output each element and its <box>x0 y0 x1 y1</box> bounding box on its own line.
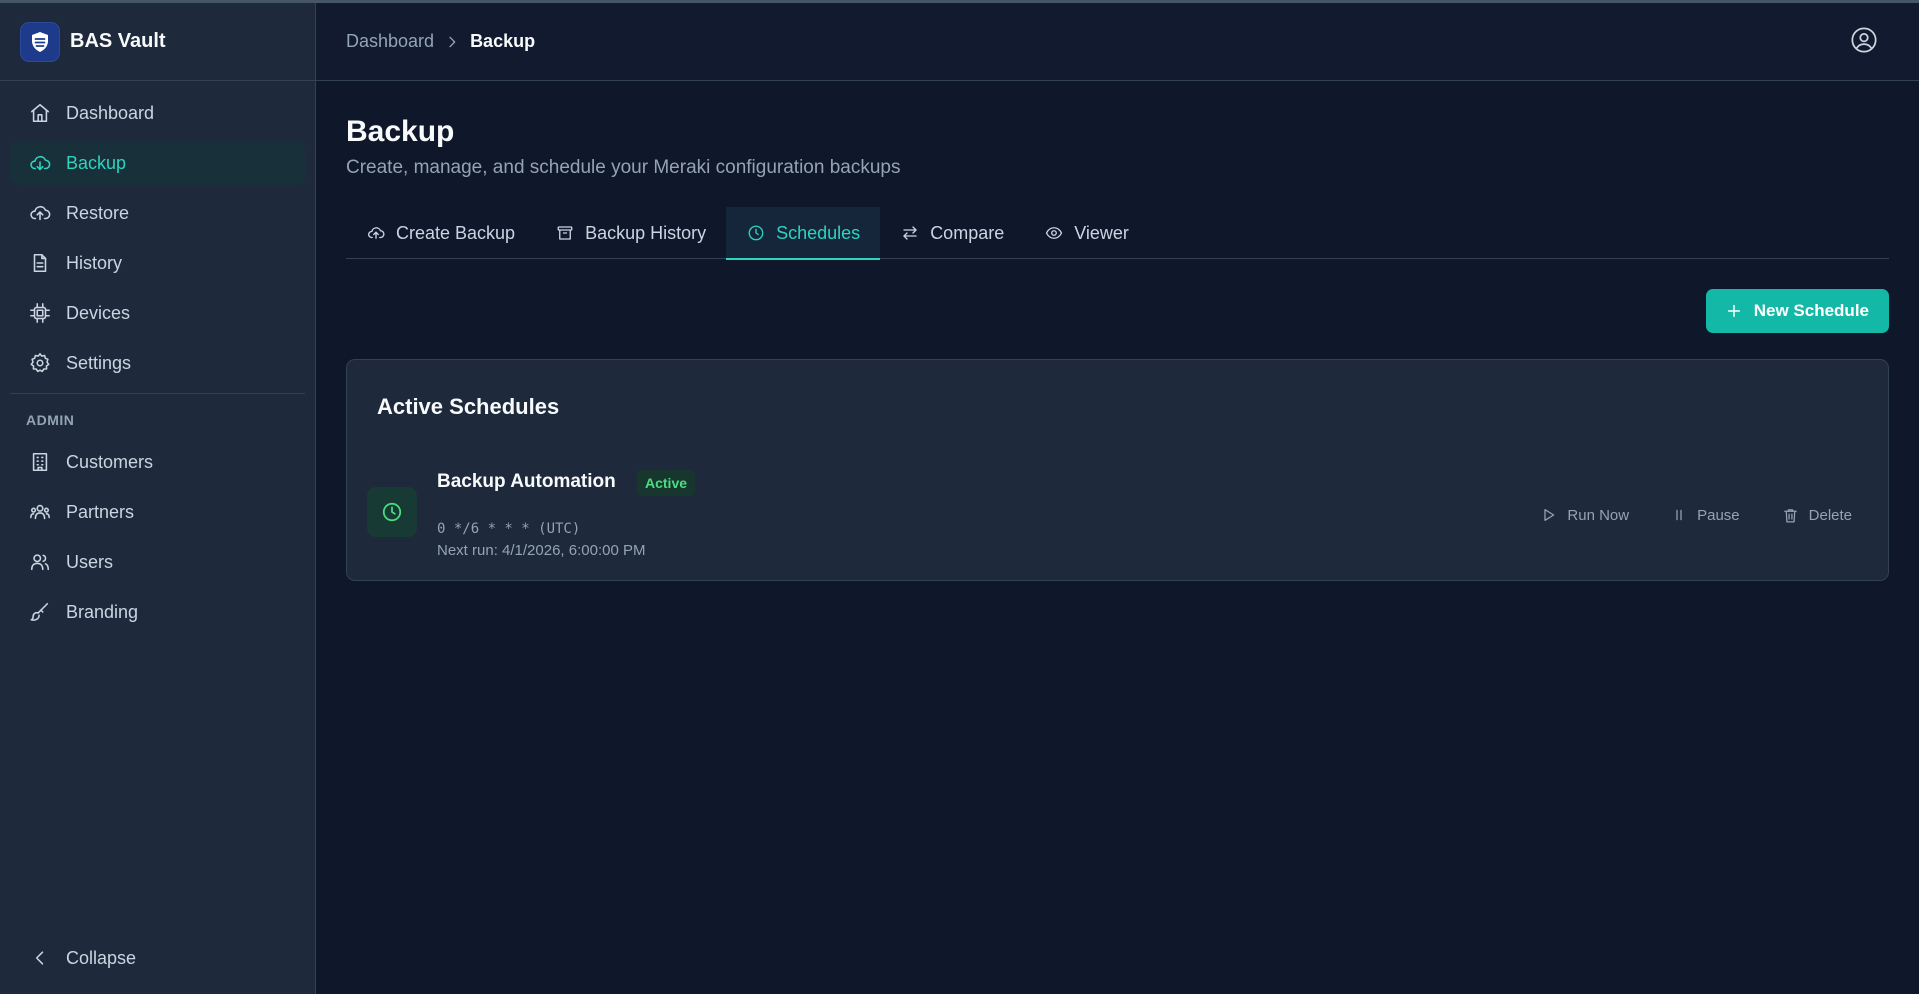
file-text-icon <box>28 251 52 275</box>
sidebar-item-dashboard[interactable]: Dashboard <box>10 91 305 135</box>
delete-label: Delete <box>1808 506 1852 524</box>
user-circle-icon <box>1850 26 1878 59</box>
sidebar-item-label: Customers <box>66 451 154 472</box>
cloud-download-icon <box>28 151 52 175</box>
toolbar: New Schedule <box>346 289 1889 333</box>
sidebar-item-label: Partners <box>66 501 135 522</box>
collapse-sidebar-button[interactable]: Collapse <box>10 938 310 978</box>
pause-label: Pause <box>1697 506 1740 524</box>
pause-button[interactable]: Pause <box>1661 500 1750 530</box>
sidebar-item-label: Users <box>66 551 114 572</box>
user-menu-button[interactable] <box>1849 26 1879 59</box>
sidebar-item-users[interactable]: Users <box>10 540 305 584</box>
breadcrumb-dashboard[interactable]: Dashboard <box>346 31 434 52</box>
delete-button[interactable]: Delete <box>1772 500 1862 530</box>
status-badge: Active <box>637 470 696 496</box>
page-title: Backup <box>346 115 455 148</box>
brush-icon <box>28 600 52 624</box>
sidebar-item-branding[interactable]: Branding <box>10 590 305 634</box>
top-header: Dashboard Backup <box>316 3 1919 81</box>
sidebar-item-customers[interactable]: Customers <box>10 440 305 484</box>
sidebar-item-devices[interactable]: Devices <box>10 291 305 335</box>
sidebar-item-label: Branding <box>66 601 139 622</box>
sidebar-item-label: Restore <box>66 202 130 223</box>
tab-label: Viewer <box>1074 222 1129 243</box>
sidebar-nav: Dashboard Backup Restore History Devices… <box>0 81 315 634</box>
tab-label: Compare <box>930 222 1005 243</box>
cloud-upload-icon <box>28 201 52 225</box>
sidebar-item-backup[interactable]: Backup <box>10 141 305 185</box>
main-area: Dashboard Backup Backup Create, manage, … <box>316 3 1919 994</box>
new-schedule-label: New Schedule <box>1753 301 1869 320</box>
schedule-name: Backup Automation <box>437 471 616 492</box>
run-now-label: Run Now <box>1567 506 1630 524</box>
tab-label: Create Backup <box>396 222 516 243</box>
tab-schedules[interactable]: Schedules <box>726 207 881 260</box>
page-content: Backup Create, manage, and schedule your… <box>316 81 1919 581</box>
tab-label: Backup History <box>585 222 707 243</box>
cloud-upload-icon <box>366 223 386 243</box>
sidebar-item-partners[interactable]: Partners <box>10 490 305 534</box>
schedule-clock-icon <box>367 487 417 537</box>
brand[interactable]: BAS Vault <box>0 3 315 81</box>
tab-compare[interactable]: Compare <box>880 207 1024 259</box>
collapse-label: Collapse <box>66 947 137 968</box>
plus-icon <box>1726 303 1742 319</box>
schedule-next-run: Next run: 4/1/2026, 6:00:00 PM <box>437 542 646 559</box>
tab-backup-history[interactable]: Backup History <box>535 207 726 259</box>
app-shell: BAS Vault Dashboard Backup Restore Histo… <box>0 3 1919 994</box>
sidebar-item-label: Devices <box>66 302 131 323</box>
eye-icon <box>1044 223 1064 243</box>
clock-icon <box>746 223 766 243</box>
run-now-button[interactable]: Run Now <box>1531 500 1639 530</box>
chip-icon <box>28 301 52 325</box>
swap-arrows-icon <box>900 223 920 243</box>
home-icon <box>28 101 52 125</box>
tab-label: Schedules <box>776 222 861 243</box>
sidebar-item-restore[interactable]: Restore <box>10 191 305 235</box>
breadcrumb-current: Backup <box>470 31 536 51</box>
archive-icon <box>555 223 575 243</box>
card-title: Active Schedules <box>377 394 560 419</box>
app-name: BAS Vault <box>70 30 166 52</box>
tab-create-backup[interactable]: Create Backup <box>346 207 535 259</box>
tab-bar: Create Backup Backup History Schedules C… <box>346 207 1889 260</box>
shield-logo-icon <box>20 21 60 62</box>
chevron-left-icon <box>28 946 52 970</box>
sidebar: BAS Vault Dashboard Backup Restore Histo… <box>0 3 316 994</box>
new-schedule-button[interactable]: New Schedule <box>1705 289 1889 333</box>
sidebar-item-history[interactable]: History <box>10 241 305 285</box>
gear-icon <box>28 351 52 375</box>
schedule-cron: 0 */6 * * * (UTC) <box>437 521 581 537</box>
building-icon <box>28 450 52 474</box>
sidebar-item-label: Settings <box>66 352 132 373</box>
page-subtitle: Create, manage, and schedule your Meraki… <box>346 157 901 178</box>
active-schedules-card: Active Schedules Backup Automation Activ… <box>346 359 1889 581</box>
sidebar-item-settings[interactable]: Settings <box>10 341 305 385</box>
chevron-right-icon <box>444 34 460 50</box>
sidebar-item-label: Dashboard <box>66 102 155 123</box>
tab-viewer[interactable]: Viewer <box>1024 207 1149 259</box>
schedule-actions: Run Now Pause Delete <box>1509 500 1862 530</box>
sidebar-divider <box>10 393 305 394</box>
play-icon <box>1541 507 1557 523</box>
admin-section-heading: ADMIN <box>26 412 75 428</box>
users-group-icon <box>28 500 52 524</box>
sidebar-item-label: History <box>66 252 123 273</box>
trash-icon <box>1782 507 1799 524</box>
pause-icon <box>1671 507 1687 523</box>
sidebar-item-label: Backup <box>66 152 127 173</box>
users-icon <box>28 550 52 574</box>
